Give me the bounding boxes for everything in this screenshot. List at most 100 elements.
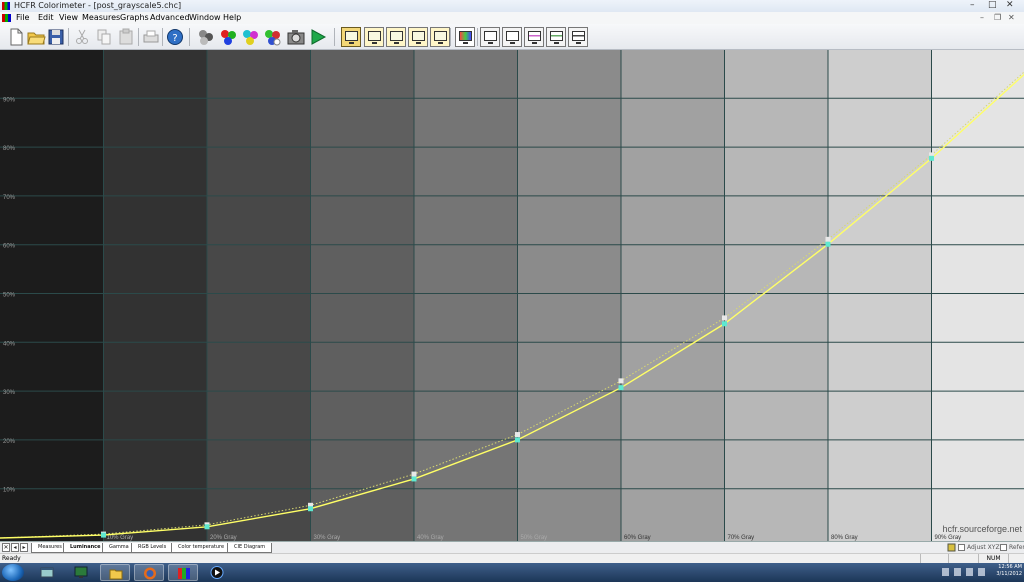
white-monitor-button[interactable] bbox=[480, 27, 500, 47]
monitor-stand bbox=[576, 42, 581, 44]
monitor-stand bbox=[416, 42, 421, 44]
menu-help[interactable]: Help bbox=[223, 12, 241, 24]
copy-icon[interactable] bbox=[94, 27, 114, 47]
close-button[interactable]: ✕ bbox=[1006, 0, 1014, 11]
gamma-graph-button[interactable] bbox=[364, 27, 384, 47]
title-bar: HCFR Colorimeter - [post_grayscale5.chc]… bbox=[0, 0, 1024, 12]
firefox-icon bbox=[144, 567, 156, 580]
mdi-close-button[interactable]: ✕ bbox=[1008, 12, 1015, 24]
menu-edit[interactable]: Edit bbox=[38, 12, 54, 24]
start-button[interactable] bbox=[2, 564, 24, 581]
reference-checkbox[interactable] bbox=[1000, 544, 1007, 551]
cut-icon[interactable] bbox=[72, 27, 92, 47]
white-monitor-button[interactable] bbox=[502, 27, 522, 47]
luminance-point bbox=[618, 385, 624, 391]
hcfr-icon bbox=[178, 568, 190, 579]
tray-power-icon[interactable] bbox=[978, 568, 985, 576]
measure-secondaries-icon[interactable] bbox=[240, 27, 260, 47]
taskbar-hcfr[interactable] bbox=[168, 564, 198, 581]
maximize-button[interactable]: □ bbox=[988, 0, 997, 11]
gray-band bbox=[103, 50, 208, 541]
gray-band bbox=[931, 50, 1024, 541]
help-icon[interactable]: ? bbox=[165, 27, 185, 47]
rgb-levels-graph-button[interactable] bbox=[386, 27, 406, 47]
measure-grayscale-icon[interactable] bbox=[196, 27, 216, 47]
multi-graph-button[interactable] bbox=[568, 27, 588, 47]
gray-band bbox=[517, 50, 622, 541]
multi-graph-button[interactable] bbox=[546, 27, 566, 47]
multi-graph-button[interactable] bbox=[524, 27, 544, 47]
white-monitor-icon bbox=[484, 31, 497, 41]
rgb-levels-graph-icon bbox=[390, 31, 403, 41]
mdi-restore-button[interactable]: ❐ bbox=[994, 12, 1001, 24]
new-document-icon[interactable] bbox=[6, 27, 26, 47]
y-tick-label: 70% bbox=[3, 195, 16, 201]
luminance-graph-button[interactable] bbox=[341, 27, 361, 47]
luminance-point bbox=[204, 524, 210, 530]
open-folder-icon[interactable] bbox=[26, 27, 46, 47]
menu-graphs[interactable]: Graphs bbox=[120, 12, 149, 24]
monitor-stand bbox=[532, 42, 537, 44]
menu-view[interactable]: View bbox=[59, 12, 78, 24]
y-tick-label: 10% bbox=[3, 488, 16, 494]
measure-contrast-icon[interactable] bbox=[262, 27, 282, 47]
monitor-stand bbox=[463, 42, 468, 44]
mdi-minimize-button[interactable]: – bbox=[980, 12, 984, 24]
gray-band bbox=[414, 50, 519, 541]
luminance-point bbox=[825, 241, 831, 247]
tray-flag-icon[interactable] bbox=[942, 568, 949, 576]
play-icon[interactable] bbox=[308, 27, 328, 47]
white-monitor-icon bbox=[506, 31, 519, 41]
clock-time: 12:56 AM bbox=[998, 564, 1022, 570]
taskbar-app[interactable] bbox=[66, 564, 96, 581]
gray-band bbox=[621, 50, 726, 541]
luminance-point bbox=[308, 506, 313, 512]
tab-luminance[interactable]: Luminance bbox=[63, 543, 108, 553]
menu-bar: File Edit View Measures Graphs Advanced … bbox=[0, 12, 1024, 24]
cie-diagram-graph-button[interactable] bbox=[430, 27, 450, 47]
app-icon bbox=[2, 2, 10, 10]
menu-file[interactable]: File bbox=[16, 12, 29, 24]
monitor-stand bbox=[488, 42, 493, 44]
taskbar-media[interactable] bbox=[202, 564, 232, 581]
minimize-button[interactable]: – bbox=[970, 0, 975, 11]
y-tick-label: 30% bbox=[3, 390, 16, 396]
tab-cie-diagram[interactable]: CIE Diagram bbox=[227, 543, 273, 553]
toolbar-separator bbox=[68, 28, 69, 46]
tab-close-button[interactable]: ✕ bbox=[2, 543, 10, 552]
tray-network-icon[interactable] bbox=[954, 568, 961, 576]
window-explorer-icon bbox=[40, 567, 54, 578]
save-icon[interactable] bbox=[46, 27, 66, 47]
luminance-chart[interactable]: 10%20%30%40%50%60%70%80%90% 10% Gray 20% … bbox=[0, 50, 1024, 541]
taskbar-explorer[interactable] bbox=[32, 564, 62, 581]
document-icon[interactable] bbox=[2, 14, 11, 22]
media-player-icon bbox=[210, 566, 224, 579]
status-bar: Ready NUM bbox=[0, 553, 1024, 564]
multi-graph-button[interactable] bbox=[455, 27, 475, 47]
measure-primaries-icon[interactable] bbox=[218, 27, 238, 47]
window-controls: – □ ✕ bbox=[960, 0, 1020, 12]
tab-color-temperature[interactable]: Color temperature bbox=[171, 543, 232, 553]
tray-volume-icon[interactable] bbox=[966, 568, 973, 576]
y-tick-label: 80% bbox=[3, 146, 16, 152]
color-temperature-graph-button[interactable] bbox=[408, 27, 428, 47]
adjust-xyz-checkbox[interactable] bbox=[958, 544, 965, 551]
menu-measures[interactable]: Measures bbox=[82, 12, 120, 24]
tab-rgb-levels[interactable]: RGB Levels bbox=[131, 543, 174, 553]
paste-icon[interactable] bbox=[116, 27, 136, 47]
y-tick-label: 60% bbox=[3, 244, 16, 250]
luminance-point bbox=[515, 437, 520, 443]
clock[interactable]: 12:56 AM 3/11/2012 bbox=[994, 564, 1022, 578]
multi-graph-icon bbox=[550, 31, 563, 41]
print-icon[interactable] bbox=[141, 27, 161, 47]
taskbar-firefox[interactable] bbox=[134, 564, 164, 581]
menu-window[interactable]: Window bbox=[189, 12, 221, 24]
taskbar-folder[interactable] bbox=[100, 564, 130, 581]
toolbar: ? bbox=[0, 24, 1024, 50]
toolbar-separator bbox=[138, 28, 139, 46]
luminance-point bbox=[722, 321, 727, 327]
tab-next-button[interactable]: ▸ bbox=[20, 543, 28, 552]
menu-advanced[interactable]: Advanced bbox=[150, 12, 190, 24]
tab-prev-button[interactable]: ◂ bbox=[11, 543, 19, 552]
camera-icon[interactable] bbox=[286, 27, 306, 47]
